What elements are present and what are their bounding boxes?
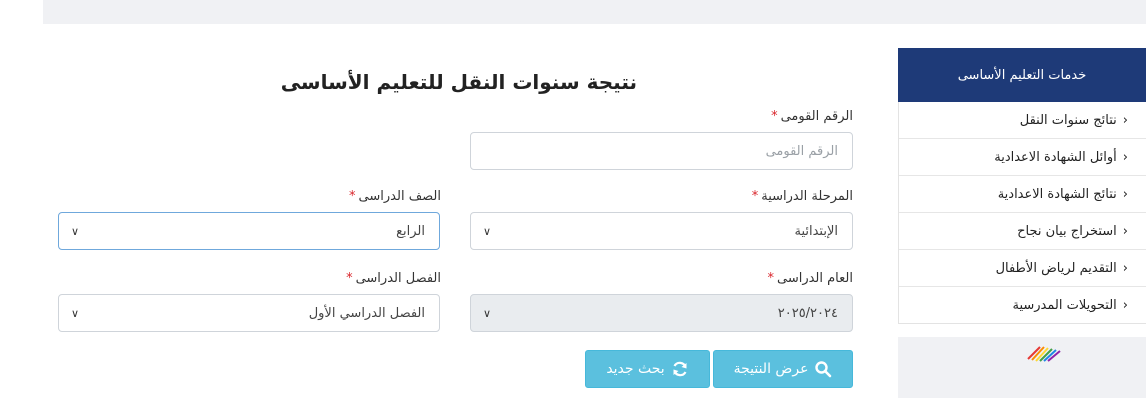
required-mark: * xyxy=(349,189,356,204)
sidebar-item-label: نتائج الشهادة الاعدادية xyxy=(997,186,1117,202)
national-id-placeholder: الرقم القومى xyxy=(765,143,838,159)
grade-select[interactable]: الرابع ∨ xyxy=(58,212,440,250)
show-result-label: عرض النتيجة xyxy=(733,361,809,377)
sidebar-item-transfer-results[interactable]: ‹ نتائج سنوات النقل xyxy=(899,102,1146,139)
year-label: العام الدراسى* xyxy=(767,271,853,286)
year-value: ٢٠٢٥/٢٠٢٤ xyxy=(777,305,838,321)
chevron-down-icon: ∨ xyxy=(70,224,80,238)
chevron-down-icon: ∨ xyxy=(70,306,80,320)
sidebar-item-prep-results[interactable]: ‹ نتائج الشهادة الاعدادية xyxy=(899,176,1146,213)
sidebar-item-school-transfers[interactable]: ‹ التحويلات المدرسية xyxy=(899,287,1146,323)
year-select[interactable]: ٢٠٢٥/٢٠٢٤ ∨ xyxy=(470,294,853,332)
required-mark: * xyxy=(751,189,759,204)
grade-value: الرابع xyxy=(396,223,425,239)
new-search-label: بحث جديد xyxy=(606,361,665,377)
sidebar-item-success-statement[interactable]: ‹ استخراج بيان نجاح xyxy=(899,213,1146,250)
book-logo-icon xyxy=(1027,346,1061,362)
chevron-left-icon: ‹ xyxy=(1122,149,1128,165)
sidebar-item-kindergarten[interactable]: ‹ التقديم لرياض الأطفال xyxy=(899,250,1146,287)
chevron-left-icon: ‹ xyxy=(1122,112,1128,128)
services-sidebar: خدمات التعليم الأساسى ‹ نتائج سنوات النق… xyxy=(898,48,1146,398)
stage-value: الإبتدائية xyxy=(794,223,838,239)
chevron-down-icon: ∨ xyxy=(482,306,492,320)
sidebar-item-prep-toppers[interactable]: ‹ أوائل الشهادة الاعدادية xyxy=(899,139,1146,176)
top-bar xyxy=(43,0,1146,24)
stage-select[interactable]: الإبتدائية ∨ xyxy=(470,212,853,250)
chevron-left-icon: ‹ xyxy=(1122,186,1128,202)
chevron-left-icon: ‹ xyxy=(1122,297,1128,313)
term-value: الفصل الدراسي الأول xyxy=(308,305,425,321)
sidebar-banner xyxy=(898,337,1146,398)
term-select[interactable]: الفصل الدراسي الأول ∨ xyxy=(58,294,440,332)
new-search-button[interactable]: بحث جديد xyxy=(585,350,710,388)
chevron-left-icon: ‹ xyxy=(1122,260,1128,276)
national-id-label: الرقم القومى* xyxy=(771,109,853,124)
refresh-icon xyxy=(673,361,687,377)
chevron-left-icon: ‹ xyxy=(1122,223,1128,239)
show-result-button[interactable]: عرض النتيجة xyxy=(713,350,853,388)
sidebar-header: خدمات التعليم الأساسى xyxy=(898,48,1146,102)
required-mark: * xyxy=(767,271,774,286)
sidebar-item-label: التحويلات المدرسية xyxy=(1012,297,1117,313)
required-mark: * xyxy=(771,109,778,124)
search-icon xyxy=(815,361,832,378)
term-label: الفصل الدراسى* xyxy=(346,271,441,286)
national-id-input[interactable]: الرقم القومى xyxy=(470,132,853,170)
page-title: نتيجة سنوات النقل للتعليم الأساسى xyxy=(280,70,637,94)
grade-label: الصف الدراسى* xyxy=(349,189,441,204)
required-mark: * xyxy=(346,271,353,286)
sidebar-item-label: نتائج سنوات النقل xyxy=(1019,112,1117,128)
sidebar-item-label: التقديم لرياض الأطفال xyxy=(995,260,1117,276)
stage-label: المرحلة الدراسية* xyxy=(751,189,853,204)
sidebar-list: ‹ نتائج سنوات النقل ‹ أوائل الشهادة الاع… xyxy=(898,102,1146,324)
sidebar-item-label: استخراج بيان نجاح xyxy=(1017,223,1117,239)
sidebar-item-label: أوائل الشهادة الاعدادية xyxy=(994,149,1117,165)
chevron-down-icon: ∨ xyxy=(482,224,492,238)
